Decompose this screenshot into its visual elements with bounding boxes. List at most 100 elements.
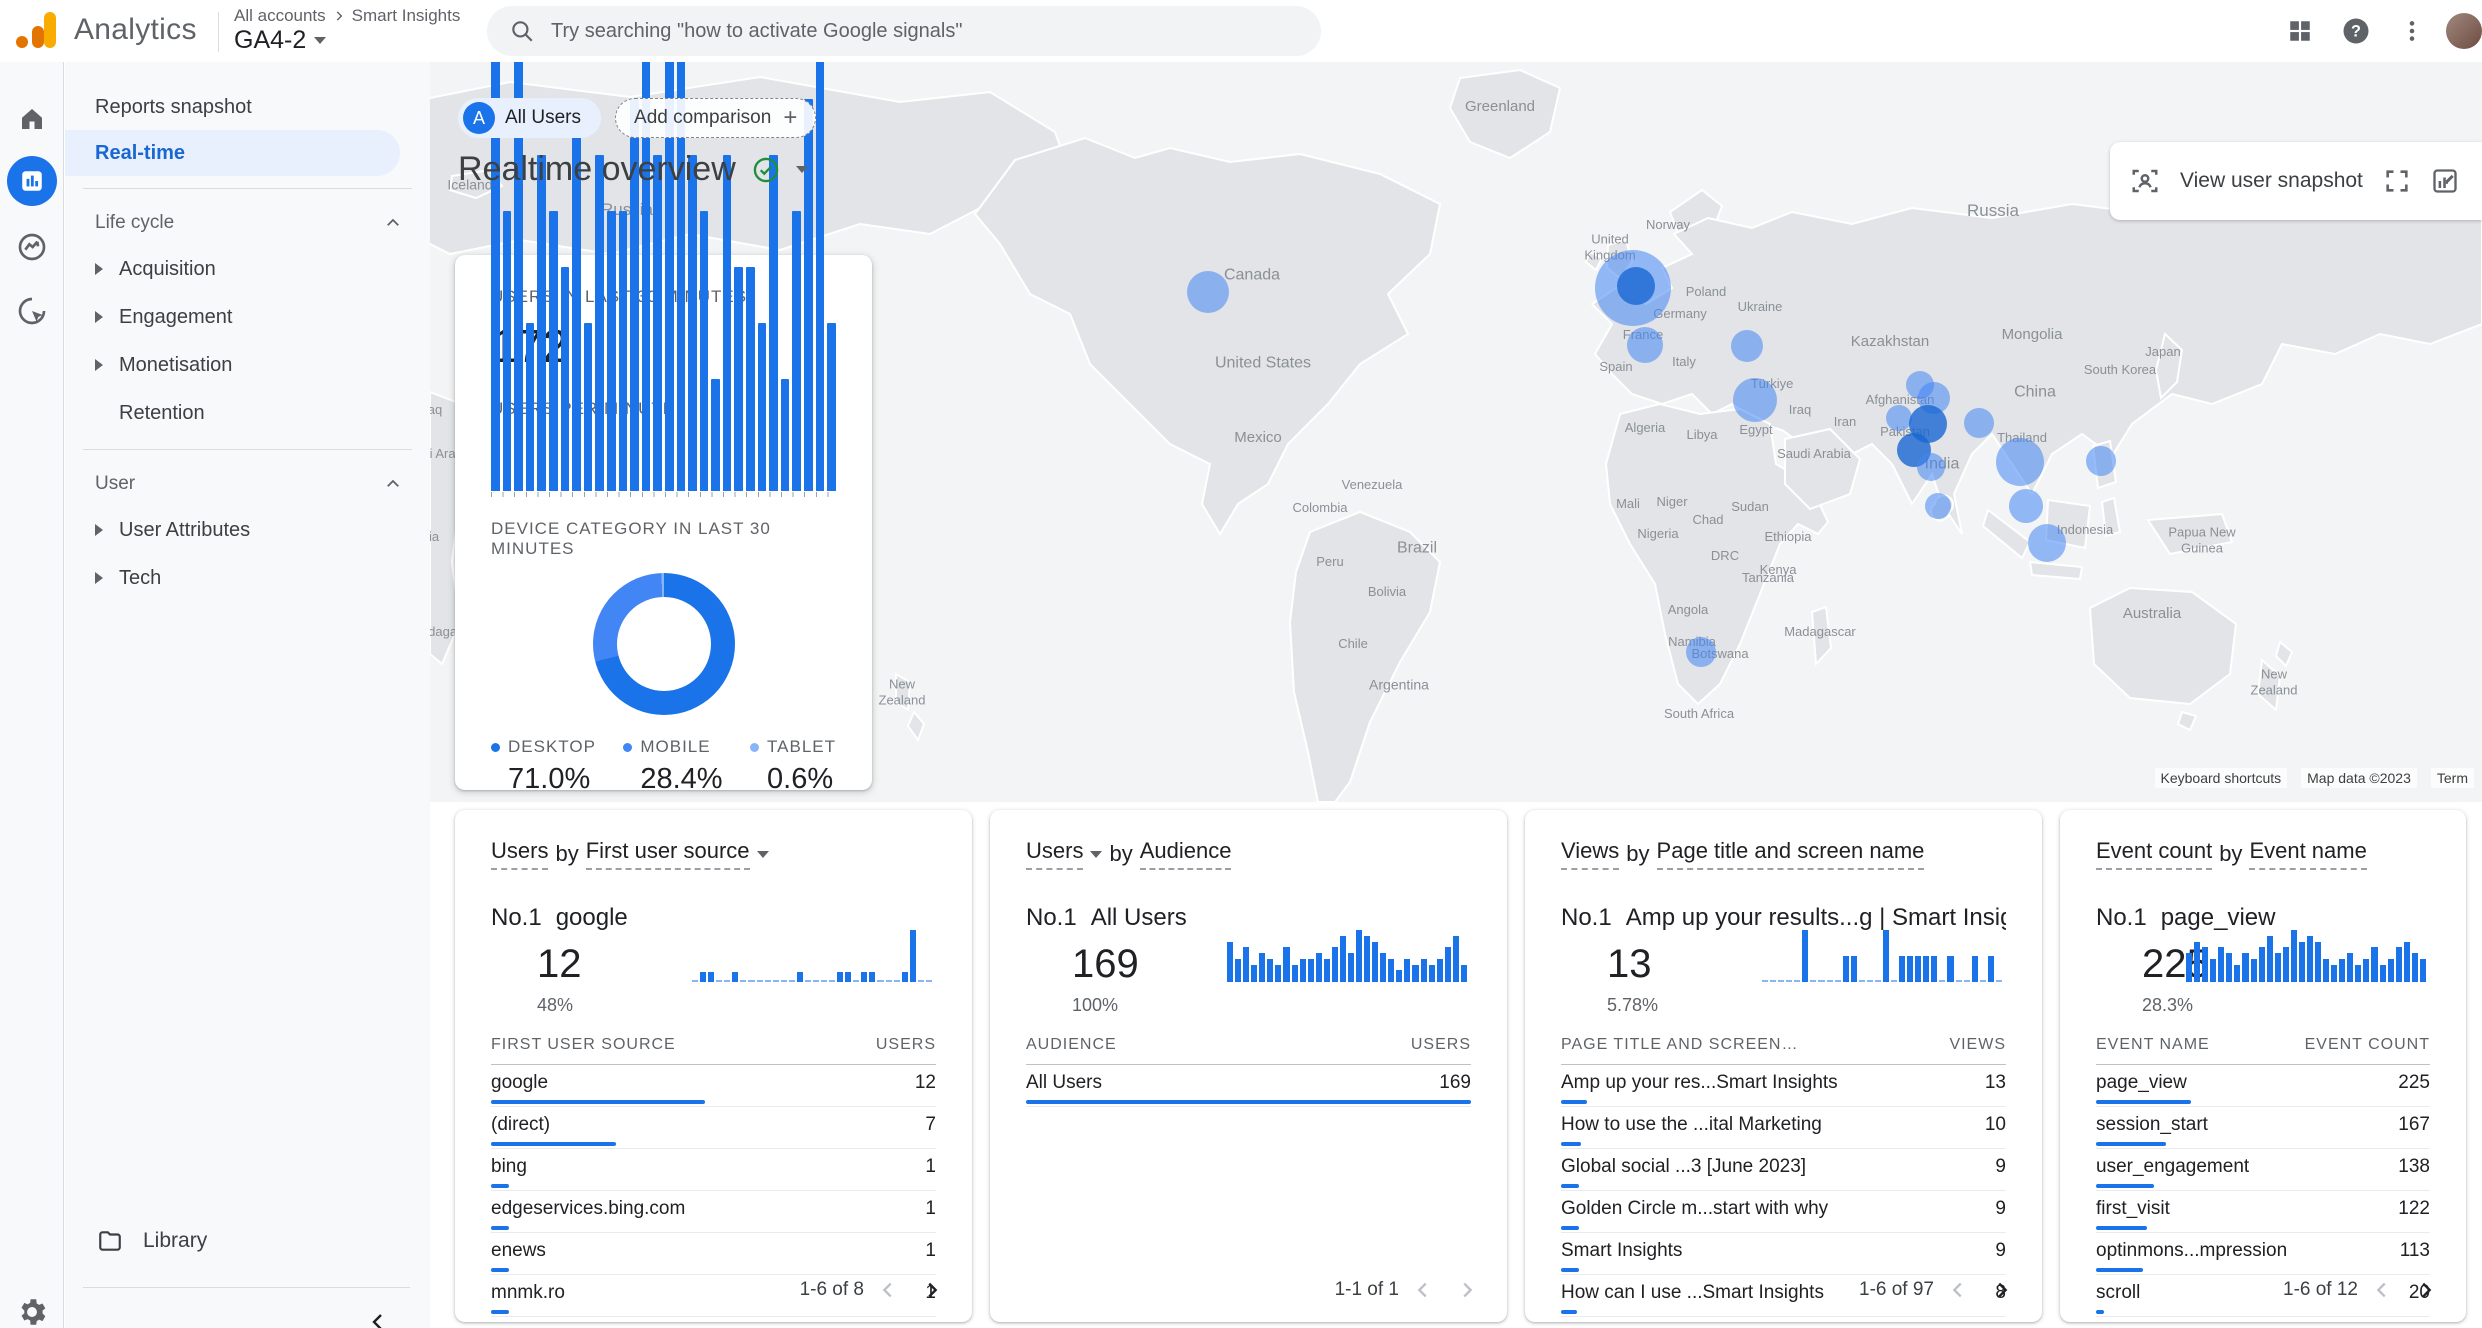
spark-bar	[1404, 959, 1410, 982]
search-input[interactable]	[551, 20, 1299, 43]
sidebar-nav-item[interactable]: Reports snapshot	[65, 84, 430, 130]
reports-nav-button[interactable]	[7, 156, 57, 206]
table-header: AUDIENCE USERS	[1026, 1036, 1471, 1065]
view-user-snapshot-label[interactable]: View user snapshot	[2180, 169, 2363, 193]
pagination: 1-6 of 8	[800, 1270, 952, 1310]
spark-bar	[1437, 959, 1443, 982]
breadcrumb-all-accounts[interactable]: All accounts	[234, 6, 326, 26]
dimension-caret-icon[interactable]	[757, 851, 769, 858]
more-menu-button[interactable]	[2384, 3, 2440, 59]
row-bar	[1561, 1100, 1587, 1104]
breadcrumb[interactable]: All accounts Smart Insights	[234, 6, 460, 26]
header-divider	[218, 12, 219, 52]
spark-bar	[1227, 942, 1233, 982]
breadcrumb-account[interactable]: Smart Insights	[352, 6, 461, 26]
expand-arrow-icon[interactable]	[95, 263, 103, 275]
expand-arrow-icon[interactable]	[95, 572, 103, 584]
collapse-nav-button[interactable]	[366, 1310, 390, 1328]
user-location-bubble	[1996, 438, 2044, 486]
row-bar	[2096, 1310, 2104, 1314]
metric-caret-icon[interactable]	[1090, 851, 1102, 858]
spark-bar	[692, 980, 698, 982]
spark-bar	[845, 972, 851, 982]
data-quality-check-icon[interactable]	[752, 156, 780, 184]
expand-arrow-icon[interactable]	[95, 524, 103, 536]
spark-bar	[2388, 959, 2394, 982]
top-entry-percent: 5.78%	[1607, 995, 1739, 1016]
spark-bar	[1429, 965, 1435, 982]
minute-bar	[769, 155, 778, 491]
row-bar	[491, 1268, 509, 1272]
spark-bar	[1332, 947, 1338, 982]
library-nav-item[interactable]: Library	[65, 1216, 430, 1266]
spark-bar	[1939, 980, 1945, 982]
terms-link[interactable]: Term	[2431, 768, 2474, 788]
dimension-selector[interactable]: Page title and screen name	[1657, 838, 1925, 870]
pagination-prev-button[interactable]	[1403, 1270, 1443, 1310]
section-header-user[interactable]: User	[65, 462, 430, 506]
minute-bar	[537, 155, 546, 491]
row-label: session_start	[2096, 1114, 2208, 1136]
minute-bar	[561, 267, 570, 491]
sidebar-nav-subitem[interactable]: User Attributes	[65, 506, 430, 554]
sidebar-nav-item[interactable]: Real-time	[65, 130, 400, 176]
search-bar[interactable]	[487, 6, 1321, 56]
section-header-lifecycle[interactable]: Life cycle	[65, 201, 430, 245]
spark-bar	[781, 980, 787, 982]
row-bar	[491, 1184, 509, 1188]
row-value: 9	[1995, 1240, 2006, 1262]
analytics-logo[interactable]: Analytics	[16, 8, 197, 52]
pagination-prev-button[interactable]	[868, 1270, 908, 1310]
pagination-next-button[interactable]	[912, 1270, 952, 1310]
keyboard-shortcuts-link[interactable]: Keyboard shortcuts	[2155, 768, 2288, 788]
add-comparison-chip[interactable]: Add comparison +	[615, 98, 816, 138]
help-button[interactable]: ?	[2328, 3, 2384, 59]
spark-bar	[1396, 970, 1402, 982]
sidebar-nav-subitem[interactable]: Tech	[65, 554, 430, 602]
pagination-next-button[interactable]	[1982, 1270, 2022, 1310]
sidebar-nav-subitem[interactable]: Acquisition	[65, 245, 430, 293]
chevron-up-icon	[384, 475, 402, 493]
metric-selector[interactable]: Views	[1561, 838, 1619, 870]
advertising-nav-button[interactable]	[16, 295, 48, 327]
user-avatar[interactable]	[2446, 13, 2482, 49]
spark-bar	[1275, 965, 1281, 982]
spark-bar	[716, 980, 722, 982]
metric-selector[interactable]: Event count	[2096, 838, 2212, 870]
apps-grid-button[interactable]	[2272, 3, 2328, 59]
all-users-chip[interactable]: A All Users	[458, 98, 601, 138]
edit-chart-button[interactable]	[2431, 167, 2459, 195]
dimension-selector[interactable]: Event name	[2249, 838, 2366, 870]
pagination-prev-button[interactable]	[1938, 1270, 1978, 1310]
advertising-icon	[16, 295, 48, 327]
sidebar-nav-subitem[interactable]: Retention	[65, 389, 430, 437]
property-selector[interactable]: GA4-2	[234, 26, 326, 55]
spark-bar	[1786, 980, 1792, 982]
pagination-next-button[interactable]	[2406, 1270, 2446, 1310]
pagination-next-button[interactable]	[1447, 1270, 1487, 1310]
spark-bar	[2218, 947, 2224, 982]
expand-arrow-icon[interactable]	[95, 359, 103, 371]
dimension-selector[interactable]: First user source	[586, 838, 750, 870]
metric-selector[interactable]: Users	[491, 838, 548, 870]
spark-bar	[1996, 980, 2002, 982]
row-value: 122	[2398, 1198, 2430, 1220]
spark-bar	[1988, 956, 1994, 982]
row-value: 9	[1995, 1156, 2006, 1178]
expand-arrow-icon[interactable]	[95, 311, 103, 323]
pagination-prev-button[interactable]	[2362, 1270, 2402, 1310]
fullscreen-button[interactable]	[2383, 167, 2411, 195]
metric-selector[interactable]: Users	[1026, 838, 1083, 870]
sidebar-nav-subitem[interactable]: Engagement	[65, 293, 430, 341]
top-entry-percent: 48%	[537, 995, 669, 1016]
admin-settings-button[interactable]	[15, 1295, 49, 1328]
view-user-snapshot-button[interactable]	[2130, 166, 2160, 196]
chevron-left-icon	[877, 1279, 899, 1301]
sidebar-nav-subitem[interactable]: Monetisation	[65, 341, 430, 389]
explore-nav-button[interactable]	[16, 231, 48, 263]
dimension-selector[interactable]: Audience	[1140, 838, 1232, 870]
spark-bar	[1899, 956, 1905, 982]
title-dropdown-icon[interactable]	[796, 166, 808, 173]
chevron-right-icon	[921, 1279, 943, 1301]
home-nav-button[interactable]	[17, 104, 47, 134]
